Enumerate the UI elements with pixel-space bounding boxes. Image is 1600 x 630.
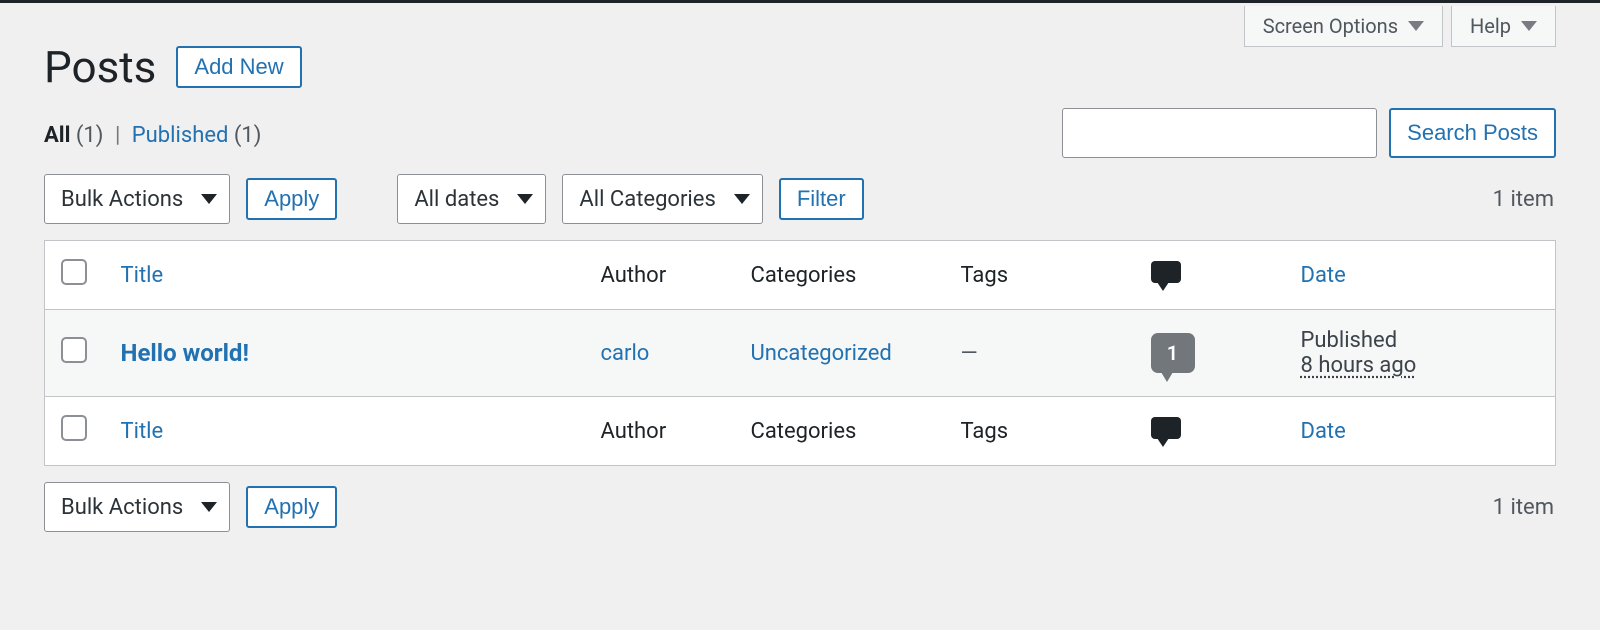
comment-icon — [1151, 417, 1181, 439]
screen-options-label: Screen Options — [1263, 14, 1398, 38]
post-date-status: Published — [1301, 328, 1540, 353]
filter-button[interactable]: Filter — [779, 178, 864, 220]
help-tab[interactable]: Help — [1451, 6, 1556, 47]
posts-table: Title Author Categories Tags Date Hello … — [44, 240, 1556, 466]
screen-options-tab[interactable]: Screen Options — [1244, 6, 1443, 47]
column-title[interactable]: Title — [121, 263, 164, 288]
chevron-down-icon — [1521, 21, 1537, 31]
column-categories-foot: Categories — [735, 397, 945, 466]
column-comments — [1135, 241, 1285, 310]
bulk-actions-label: Bulk Actions — [61, 187, 183, 212]
chevron-down-icon — [201, 502, 217, 512]
apply-button-top[interactable]: Apply — [246, 178, 337, 220]
column-tags: Tags — [945, 241, 1135, 310]
bulk-actions-select[interactable]: Bulk Actions — [44, 174, 230, 224]
column-author: Author — [585, 241, 735, 310]
column-author-foot: Author — [585, 397, 735, 466]
categories-label: All Categories — [579, 187, 715, 212]
item-count-top: 1 item — [1493, 187, 1554, 212]
filter-all-count: (1) — [76, 123, 104, 148]
help-label: Help — [1470, 14, 1511, 38]
post-author-link[interactable]: carlo — [601, 341, 650, 366]
chevron-down-icon — [734, 194, 750, 204]
post-tags: — — [961, 341, 978, 366]
column-title-foot[interactable]: Title — [121, 419, 164, 444]
page-title: Posts — [44, 41, 156, 93]
add-new-button[interactable]: Add New — [176, 46, 301, 88]
categories-select[interactable]: All Categories — [562, 174, 762, 224]
bulk-actions-label-bottom: Bulk Actions — [61, 495, 183, 520]
post-title-link[interactable]: Hello world! — [121, 339, 249, 367]
search-input[interactable] — [1062, 108, 1377, 158]
separator: | — [115, 123, 120, 148]
search-posts-button[interactable]: Search Posts — [1389, 108, 1556, 158]
dates-select[interactable]: All dates — [397, 174, 546, 224]
chevron-down-icon — [201, 194, 217, 204]
bulk-actions-select-bottom[interactable]: Bulk Actions — [44, 482, 230, 532]
filter-published[interactable]: Published — [132, 123, 229, 148]
table-row: Hello world! carlo Uncategorized — 1 Pub… — [45, 310, 1556, 397]
filter-all[interactable]: All — [44, 123, 70, 148]
chevron-down-icon — [1408, 21, 1424, 31]
row-select[interactable] — [61, 337, 87, 363]
apply-button-bottom[interactable]: Apply — [246, 486, 337, 528]
column-tags-foot: Tags — [945, 397, 1135, 466]
item-count-bottom: 1 item — [1493, 495, 1554, 520]
filter-published-count: (1) — [234, 123, 262, 148]
select-all-bottom[interactable] — [61, 415, 87, 441]
column-categories: Categories — [735, 241, 945, 310]
post-category-link[interactable]: Uncategorized — [751, 341, 892, 366]
column-comments-foot — [1135, 397, 1285, 466]
post-date-ago: 8 hours ago — [1301, 353, 1540, 378]
chevron-down-icon — [517, 194, 533, 204]
dates-label: All dates — [414, 187, 499, 212]
comment-icon — [1151, 261, 1181, 283]
column-date[interactable]: Date — [1301, 263, 1346, 288]
column-date-foot[interactable]: Date — [1301, 419, 1346, 444]
comments-count-badge[interactable]: 1 — [1151, 333, 1195, 373]
select-all-top[interactable] — [61, 259, 87, 285]
